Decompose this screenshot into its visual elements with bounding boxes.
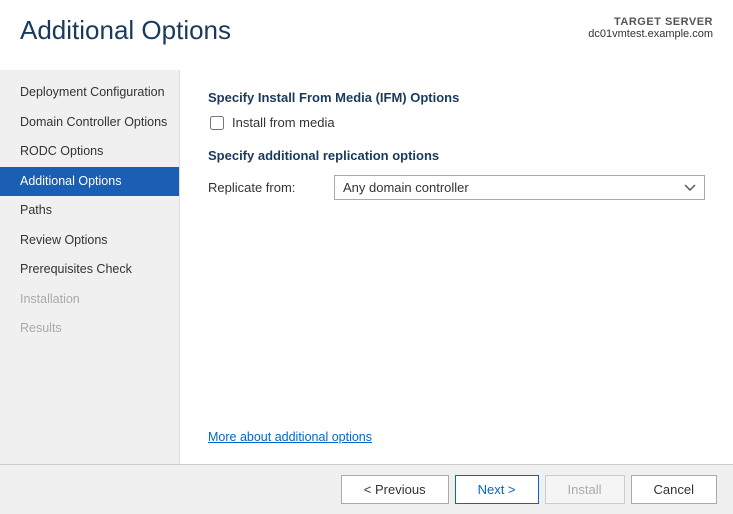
next-button[interactable]: Next > — [455, 475, 539, 504]
sidebar-item-results: Results — [0, 314, 179, 344]
install-from-media-label[interactable]: Install from media — [232, 115, 335, 130]
replication-heading: Specify additional replication options — [208, 148, 705, 163]
cancel-button[interactable]: Cancel — [631, 475, 717, 504]
install-from-media-checkbox[interactable] — [210, 116, 224, 130]
more-about-link[interactable]: More about additional options — [208, 410, 705, 444]
sidebar-item-deployment-configuration[interactable]: Deployment Configuration — [0, 78, 179, 108]
sidebar-item-paths[interactable]: Paths — [0, 196, 179, 226]
target-server-value: dc01vmtest.example.com — [588, 28, 713, 40]
install-button[interactable]: Install — [545, 475, 625, 504]
sidebar-item-rodc-options[interactable]: RODC Options — [0, 137, 179, 167]
sidebar-item-prerequisites-check[interactable]: Prerequisites Check — [0, 255, 179, 285]
body-area: Deployment Configuration Domain Controll… — [0, 70, 733, 464]
sidebar: Deployment Configuration Domain Controll… — [0, 70, 180, 464]
sidebar-item-review-options[interactable]: Review Options — [0, 226, 179, 256]
sidebar-item-domain-controller-options[interactable]: Domain Controller Options — [0, 108, 179, 138]
target-server-block: TARGET SERVER dc01vmtest.example.com — [588, 16, 713, 40]
footer: < Previous Next > Install Cancel — [0, 464, 733, 514]
sidebar-item-additional-options[interactable]: Additional Options — [0, 167, 179, 197]
replicate-row: Replicate from: Any domain controller <S… — [208, 175, 705, 200]
previous-button[interactable]: < Previous — [341, 475, 449, 504]
target-server-label: TARGET SERVER — [588, 16, 713, 28]
ifm-heading: Specify Install From Media (IFM) Options — [208, 90, 705, 105]
sidebar-item-installation: Installation — [0, 285, 179, 315]
content-area: Specify Install From Media (IFM) Options… — [180, 70, 733, 464]
main-window: Additional Options TARGET SERVER dc01vmt… — [0, 0, 733, 514]
replicate-section: Specify additional replication options R… — [208, 148, 705, 200]
install-from-media-row: Install from media — [208, 115, 705, 130]
page-title: Additional Options — [20, 16, 231, 45]
replicate-from-dropdown[interactable]: Any domain controller <Site> Specify a d… — [334, 175, 705, 200]
replicate-from-label: Replicate from: — [208, 180, 318, 195]
header: Additional Options TARGET SERVER dc01vmt… — [0, 0, 733, 70]
